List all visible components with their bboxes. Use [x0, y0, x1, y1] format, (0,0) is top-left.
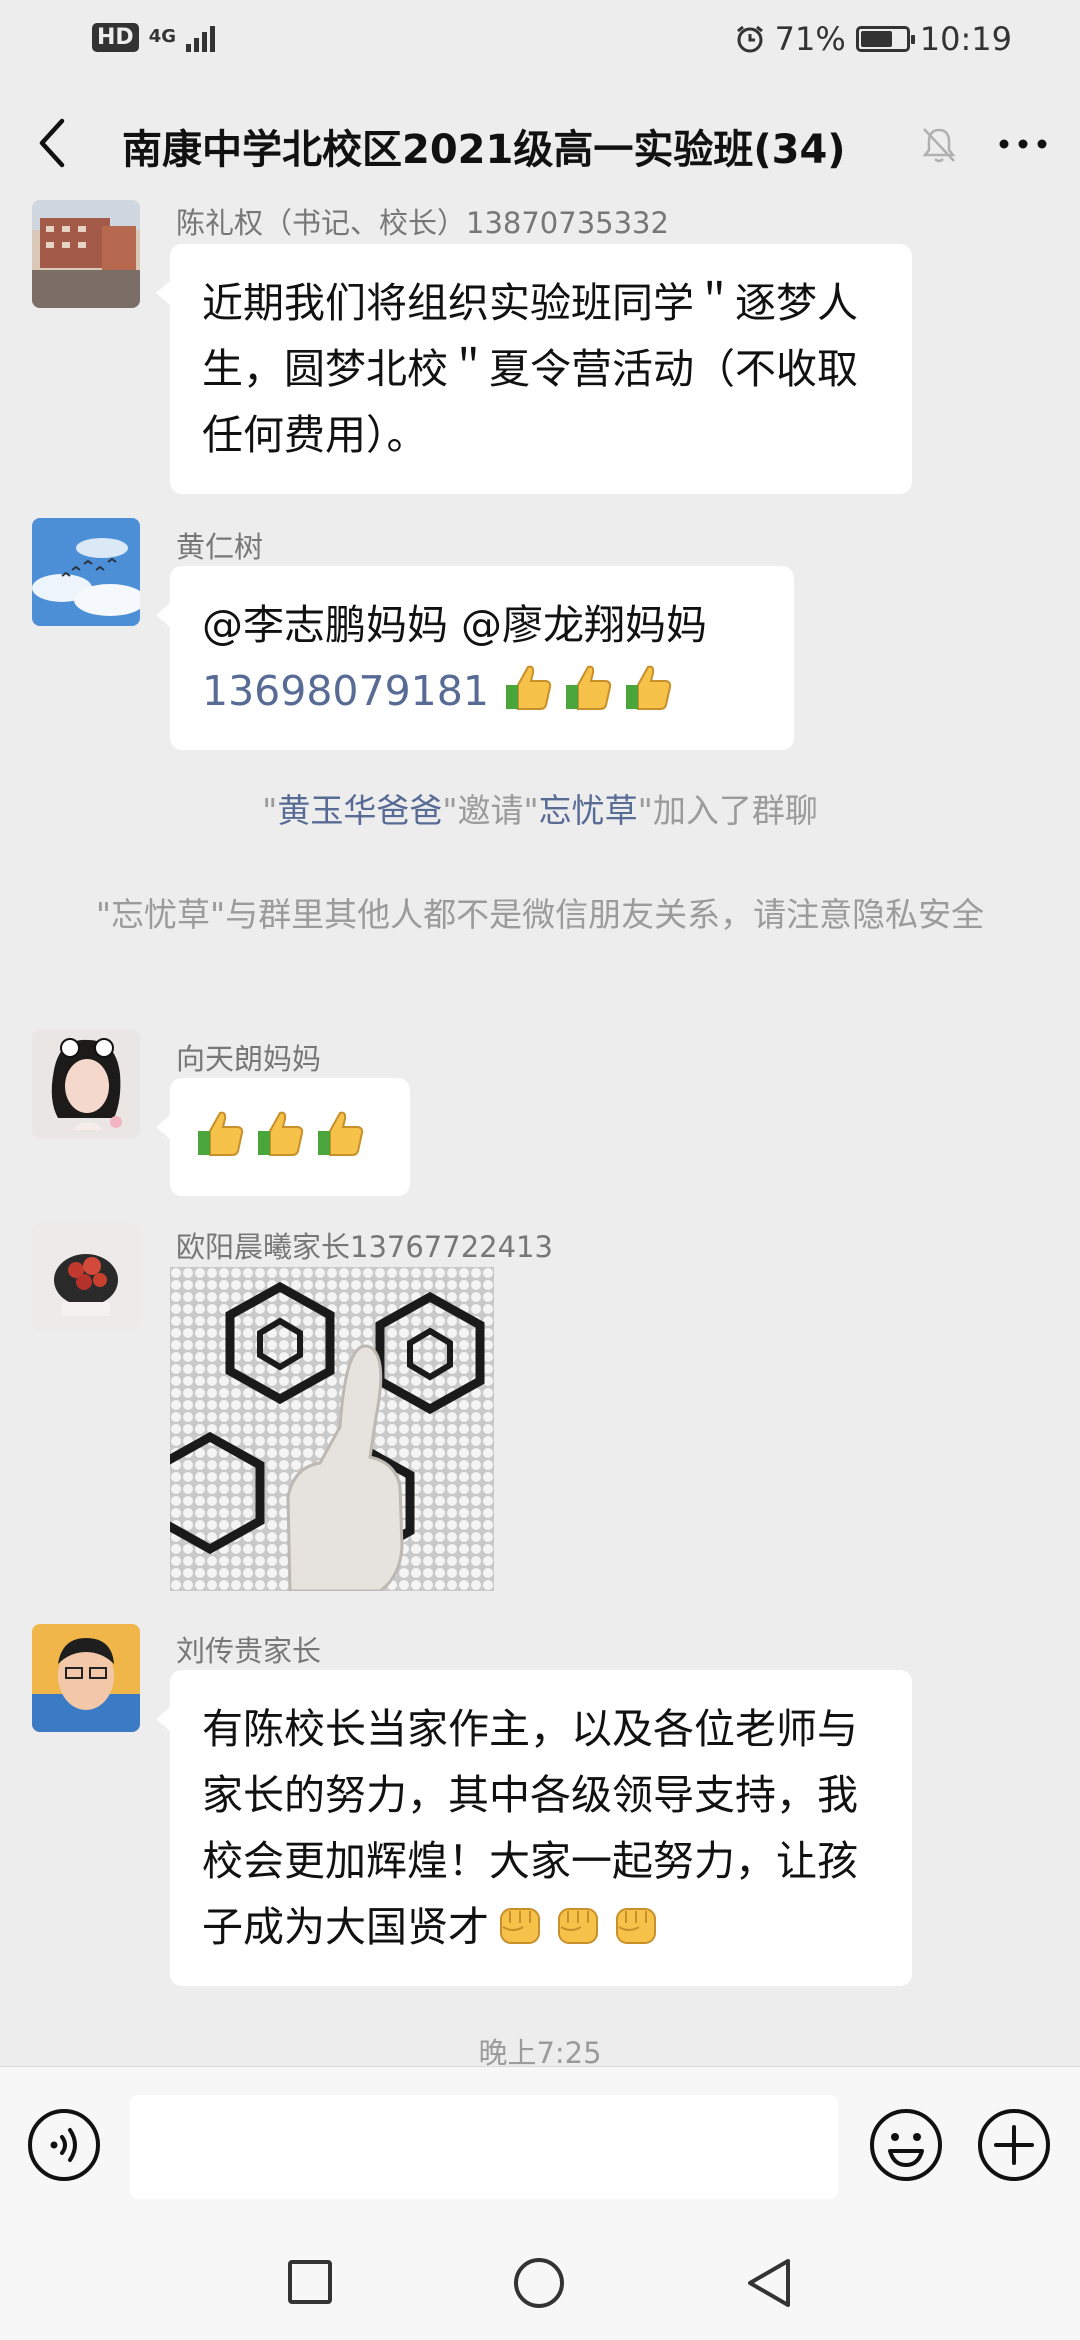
input-bar — [0, 2066, 1080, 2226]
status-right: 71% 10:19 — [735, 20, 1012, 58]
sender-name: 刘传贵家长 — [176, 1634, 322, 1668]
avatar[interactable] — [32, 1624, 140, 1732]
status-bar: HD 4G 71% 10:19 — [0, 0, 1080, 80]
voice-icon[interactable] — [26, 2107, 102, 2183]
status-left: HD 4G — [92, 22, 215, 52]
thumbs-up-icon — [198, 1111, 244, 1156]
system-nav-bar — [0, 2226, 1080, 2340]
fist-icon — [616, 1908, 656, 1944]
sender-name: 陈礼权（书记、校长）13870735332 — [176, 206, 669, 240]
message-text: 近期我们将组织实验班同学＂逐梦人生，圆梦北校＂夏令营活动（不收取任何费用）。 — [202, 279, 858, 459]
thumbs-up-icon — [626, 665, 672, 710]
home-icon[interactable] — [512, 2256, 566, 2310]
sender-name: 黄仁树 — [176, 530, 264, 564]
mention-text: @李志鹏妈妈 @廖龙翔妈妈 — [202, 601, 708, 649]
thumbs-up-icon — [506, 665, 552, 710]
plus-icon[interactable] — [976, 2107, 1052, 2183]
emoji-icon[interactable] — [868, 2107, 944, 2183]
signal-icon — [186, 22, 215, 52]
system-privacy-message: "忘忧草"与群里其他人都不是微信朋友关系，请注意隐私安全 — [95, 895, 985, 934]
more-icon[interactable] — [996, 121, 1050, 167]
thumbs-up-photo[interactable] — [170, 1267, 494, 1591]
avatar[interactable] — [32, 1222, 140, 1330]
thumbs-up-icon — [318, 1111, 364, 1156]
message-bubble[interactable]: 近期我们将组织实验班同学＂逐梦人生，圆梦北校＂夏令营活动（不收取任何费用）。 — [156, 244, 912, 494]
avatar[interactable] — [32, 200, 140, 308]
sender-name: 欧阳晨曦家长13767722413 — [176, 1230, 553, 1264]
message-bubble[interactable] — [156, 1078, 410, 1196]
inviter-link[interactable]: 黄玉华爸爸 — [277, 791, 442, 830]
sender-name: 向天朗妈妈 — [176, 1042, 322, 1076]
battery-percent: 71% — [774, 20, 846, 58]
chat-header: 南康中学北校区2021级高一实验班(34) — [0, 95, 1080, 195]
battery-fill — [860, 31, 892, 47]
message-bubble[interactable]: 有陈校长当家作主，以及各位老师与家长的努力，其中各级领导支持，我校会更加辉煌！大… — [156, 1670, 912, 1986]
back-triangle-icon[interactable] — [744, 2256, 794, 2310]
quote-mark: " — [262, 791, 278, 830]
fist-icon — [500, 1908, 540, 1944]
invite-suffix-text: "加入了群聊 — [637, 791, 818, 830]
fist-icon — [558, 1908, 598, 1944]
invite-middle-text: "邀请" — [442, 791, 539, 830]
message-bubble[interactable]: @李志鹏妈妈 @廖龙翔妈妈 13698079181 — [156, 566, 794, 750]
message-input[interactable] — [130, 2095, 838, 2199]
alarm-icon — [736, 25, 763, 53]
mute-icon — [922, 128, 956, 163]
clock: 10:19 — [919, 20, 1012, 58]
system-invite-message: "黄玉华爸爸"邀请"忘忧草"加入了群聊 — [80, 786, 1000, 836]
recents-icon[interactable] — [286, 2258, 334, 2306]
avatar[interactable] — [32, 1030, 140, 1138]
phone-link[interactable]: 13698079181 — [202, 667, 489, 715]
network-type: 4G — [148, 26, 176, 47]
thumbs-up-icon — [258, 1111, 304, 1156]
avatar[interactable] — [32, 518, 140, 626]
thumbs-up-icon — [566, 665, 612, 710]
back-icon[interactable] — [32, 113, 72, 173]
invitee-link[interactable]: 忘忧草 — [539, 791, 638, 830]
chat-title: 南康中学北校区2021级高一实验班(34) — [122, 127, 846, 173]
hd-badge: HD — [92, 22, 139, 52]
battery-icon — [855, 26, 915, 52]
